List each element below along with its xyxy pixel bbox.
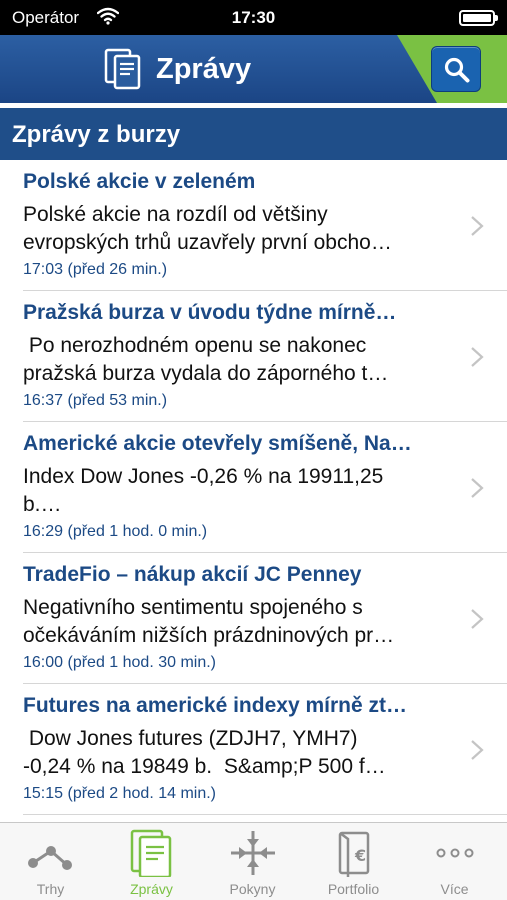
news-headline: TradeFio – nákup akcií JC Penney <box>23 563 362 586</box>
search-button[interactable] <box>431 46 481 92</box>
page-title: Zprávy <box>156 52 252 85</box>
news-timestamp: 16:29 (před 1 hod. 0 min.) <box>23 523 208 540</box>
chevron-right-icon <box>471 347 484 367</box>
battery-icon <box>459 10 498 26</box>
news-timestamp: 15:15 (před 2 hod. 14 min.) <box>23 785 217 802</box>
tab-trhy[interactable]: Trhy <box>0 823 101 900</box>
news-item[interactable]: Polské akcie v zeleném Polské akcie na r… <box>23 160 507 291</box>
tab-label: Více <box>440 881 469 897</box>
tab-pokyny[interactable]: Pokyny <box>202 823 303 900</box>
portfolio-icon: € <box>338 831 370 877</box>
tab-vice[interactable]: Více <box>404 823 505 900</box>
news-item[interactable]: TradeFio – nákup akcií JC Penney Negativ… <box>23 553 507 684</box>
tab-label: Portfolio <box>327 881 380 897</box>
tab-bar: Trhy Zprávy Pokyny € Portfolio Více <box>0 822 507 900</box>
news-summary: Polské akcie na rozdíl od většiny evrops… <box>23 203 392 254</box>
section-title: Zprávy z burzy <box>12 121 181 148</box>
nav-bar: Zprávy <box>0 35 507 103</box>
news-list: Polské akcie v zeleném Polské akcie na r… <box>0 160 507 815</box>
chevron-right-icon <box>471 740 484 760</box>
tab-label: Pokyny <box>229 881 276 897</box>
news-timestamp: 17:03 (před 26 min.) <box>23 261 168 278</box>
nav-title-group: Zprávy <box>104 48 251 90</box>
news-timestamp: 16:00 (před 1 hod. 30 min.) <box>23 654 217 671</box>
chevron-right-icon <box>471 478 484 498</box>
news-summary: Dow Jones futures (ZDJH7, YMH7) -0,24 % … <box>23 727 386 778</box>
svg-text:€: € <box>354 846 366 865</box>
status-bar: Operátor 17:30 <box>0 0 507 35</box>
more-icon <box>436 848 474 858</box>
section-header: Zprávy z burzy <box>0 103 507 160</box>
search-icon <box>444 57 470 83</box>
news-item[interactable]: Pražská burza v úvodu týdne mírně… Po ne… <box>23 291 507 422</box>
chevron-right-icon <box>471 216 484 236</box>
news-headline: Pražská burza v úvodu týdne mírně… <box>23 301 397 324</box>
news-summary: Negativního sentimentu spojeného s očeká… <box>23 596 395 647</box>
markets-icon <box>28 846 72 870</box>
news-headline: Americké akcie otevřely smíšeně, Na… <box>23 432 412 455</box>
tab-zpravy[interactable]: Zprávy <box>101 823 202 900</box>
tab-label: Zprávy <box>130 881 173 897</box>
tab-label: Trhy <box>36 881 65 897</box>
news-summary: Index Dow Jones -0,26 % na 19911,25 b.… <box>23 465 384 516</box>
clock: 17:30 <box>231 8 276 27</box>
news-icon <box>104 48 141 90</box>
news-headline: Polské akcie v zeleném <box>23 170 256 193</box>
tab-portfolio[interactable]: € Portfolio <box>303 823 404 900</box>
news-summary: Po nerozhodném openu se nakonec pražská … <box>23 334 389 385</box>
orders-icon <box>231 831 275 875</box>
chevron-right-icon <box>471 609 484 629</box>
news-timestamp: 16:37 (před 53 min.) <box>23 392 168 409</box>
news-item[interactable]: Americké akcie otevřely smíšeně, Na… Ind… <box>23 422 507 553</box>
news-item[interactable]: Futures na americké indexy mírně zt… Dow… <box>23 684 507 815</box>
news-icon <box>130 829 172 877</box>
news-headline: Futures na americké indexy mírně zt… <box>23 694 407 717</box>
